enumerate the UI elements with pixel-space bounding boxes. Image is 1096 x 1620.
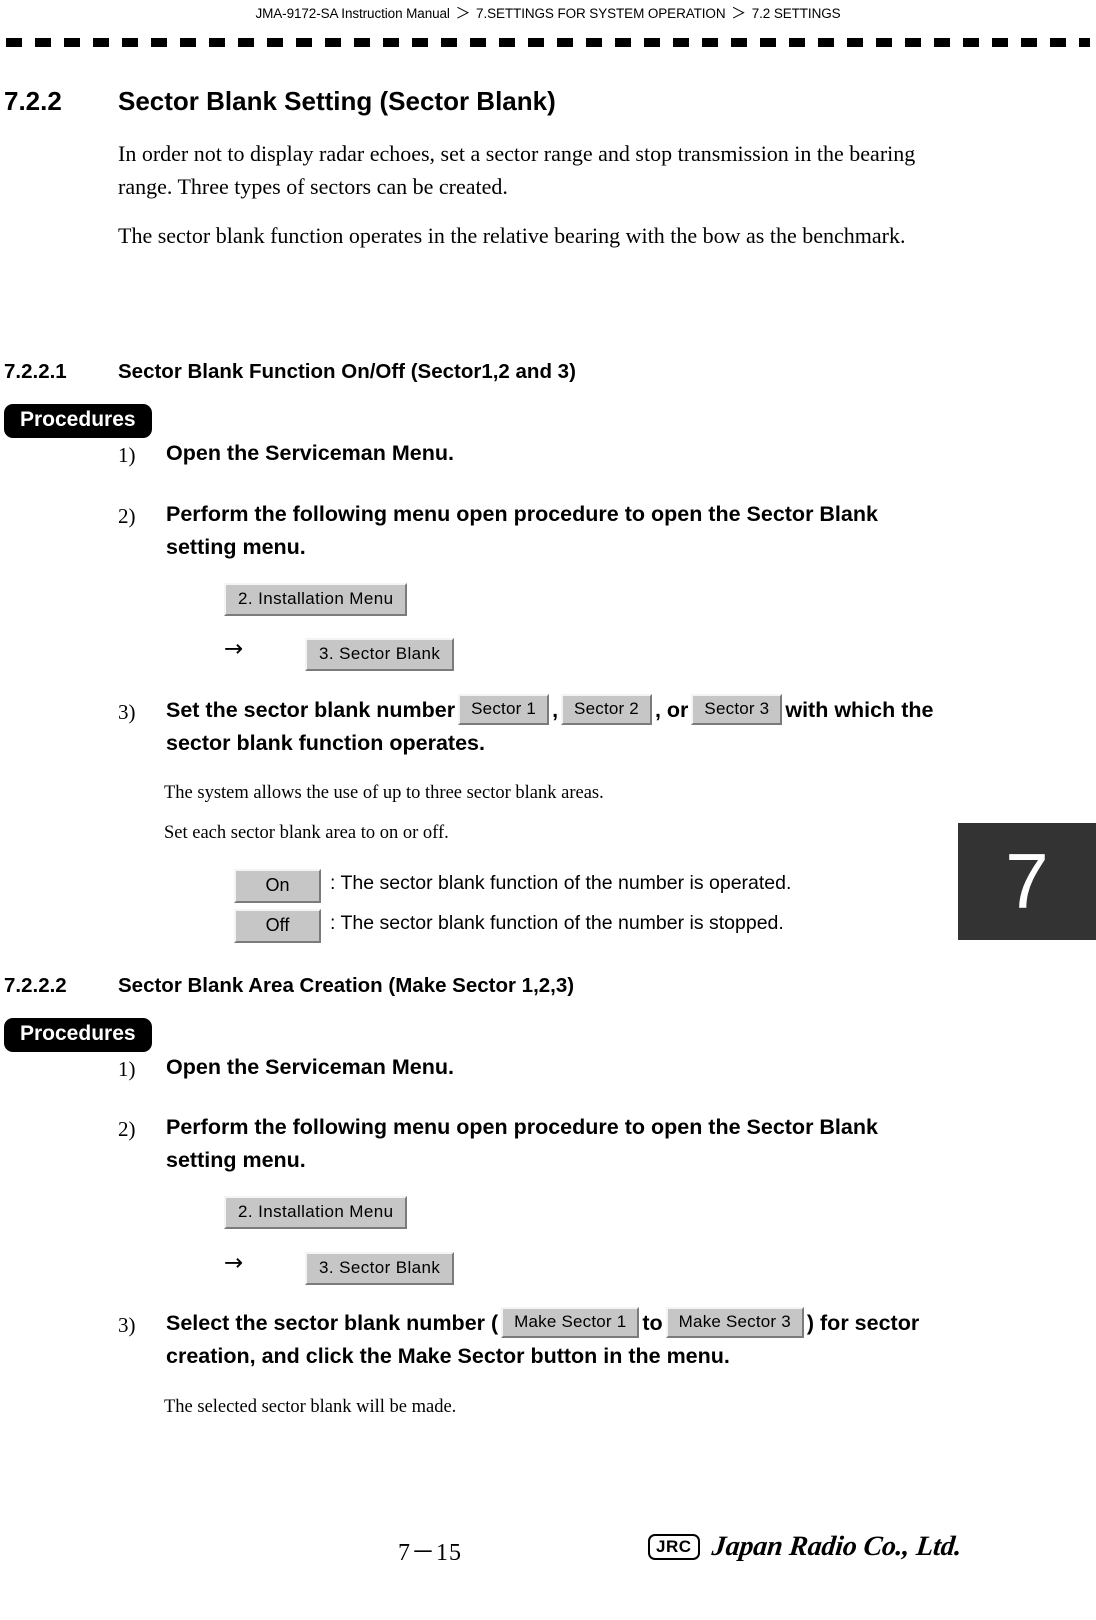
- button-make-sector-1[interactable]: Make Sector 1: [501, 1306, 640, 1338]
- step-number: 3): [118, 700, 136, 724]
- document-page: JMA-9172-SA Instruction Manual ＞ 7.SETTI…: [0, 0, 1096, 1620]
- button-on[interactable]: On: [234, 869, 321, 903]
- button-installation-menu-2[interactable]: 2. Installation Menu: [224, 1196, 408, 1229]
- subsection-2-title: Sector Blank Area Creation (Make Sector …: [118, 974, 575, 997]
- section-paragraph-2: The sector blank function operates in th…: [118, 223, 906, 248]
- step-number: 2): [118, 504, 136, 528]
- on-description: : The sector blank function of the numbe…: [330, 872, 792, 894]
- button-sector-2[interactable]: Sector 2: [561, 693, 652, 725]
- section-number: 7.2.2: [4, 86, 62, 116]
- subsection-1-step-2: 2) Perform the following menu open proce…: [118, 498, 908, 564]
- step3b-mid-text: to: [642, 1311, 663, 1335]
- subsection-1-step-3: 3) Set the sector blank number Sector 1,S…: [118, 693, 938, 760]
- subsection-2-number: 7.2.2.2: [4, 974, 67, 997]
- step3-text-after: with: [785, 698, 829, 722]
- subsection-1-step-1: 1) Open the Serviceman Menu.: [118, 437, 908, 471]
- button-make-sector-3[interactable]: Make Sector 3: [665, 1306, 804, 1338]
- step-number: 1): [118, 443, 136, 467]
- step-number: 3): [118, 1313, 136, 1337]
- breadcrumb-chapter: 7.SETTINGS FOR SYSTEM OPERATION: [476, 6, 726, 21]
- subsection-2-step-2: 2) Perform the following menu open proce…: [118, 1111, 908, 1177]
- step-text: Perform the following menu open procedur…: [166, 1115, 878, 1172]
- procedures-badge-2: Procedures: [4, 1018, 152, 1052]
- step-text: Perform the following menu open procedur…: [166, 502, 878, 559]
- breadcrumb-manual: JMA-9172-SA Instruction Manual: [255, 6, 450, 21]
- subsection-1-note-1: The system allows the use of up to three…: [164, 783, 604, 803]
- step-text: Set the sector blank number Sector 1, Sect…: [166, 693, 938, 760]
- subsection-1-heading: 7.2.2.1 Sector Blank Function On/Off (Se…: [4, 360, 576, 384]
- breadcrumb-separator-2: ＞: [731, 5, 747, 22]
- jrc-mark-icon: JRC: [648, 1534, 700, 1560]
- step-text: Open the Serviceman Menu.: [166, 441, 454, 465]
- arrow-icon-2: →: [224, 1250, 244, 1276]
- button-sector-blank-2[interactable]: 3. Sector Blank: [305, 1252, 455, 1285]
- subsection-2-heading: 7.2.2.2 Sector Blank Area Creation (Make…: [4, 974, 574, 998]
- subsection-1-number: 7.2.2.1: [4, 360, 67, 383]
- breadcrumb-section: 7.2 SETTINGS: [751, 6, 841, 21]
- button-installation-menu-1[interactable]: 2. Installation Menu: [224, 583, 408, 616]
- section-title: Sector Blank Setting (Sector Blank): [118, 86, 556, 116]
- subsection-1-note-2: Set each sector blank area to on or off.: [164, 823, 449, 843]
- step3-text-before: Set the sector blank number: [166, 698, 456, 722]
- subsection-1-title: Sector Blank Function On/Off (Sector1,2 …: [118, 360, 576, 383]
- arrow-icon-1: →: [224, 636, 244, 662]
- subsection-2-step-1: 1) Open the Serviceman Menu.: [118, 1051, 908, 1085]
- breadcrumb-separator-1: ＞: [455, 5, 471, 22]
- breadcrumb: JMA-9172-SA Instruction Manual ＞ 7.SETTI…: [0, 0, 1096, 23]
- button-sector-1[interactable]: Sector 1: [458, 693, 550, 725]
- chapter-tab-7: 7: [958, 823, 1096, 940]
- step-text: Select the sector blank number (Make Sec…: [166, 1306, 948, 1373]
- header-dashed-rule: [6, 38, 1090, 47]
- button-off[interactable]: Off: [234, 909, 321, 943]
- step-number: 2): [118, 1117, 136, 1141]
- subsection-2-note: The selected sector blank will be made.: [164, 1397, 457, 1417]
- jrc-company-name: Japan Radio Co., Ltd.: [709, 1531, 963, 1562]
- page-number: 7－15: [398, 1540, 462, 1566]
- button-sector-3[interactable]: Sector 3: [691, 693, 783, 725]
- button-sector-blank-1[interactable]: 3. Sector Blank: [305, 638, 455, 671]
- section-heading: 7.2.2 Sector Blank Setting (Sector Blank…: [4, 86, 556, 117]
- subsection-2-step-3: 3) Select the sector blank number (Make …: [118, 1306, 948, 1373]
- section-paragraph-1: In order not to display radar echoes, se…: [118, 141, 916, 199]
- step3b-text-after: ) for: [806, 1311, 849, 1335]
- procedures-badge-1: Procedures: [4, 404, 152, 438]
- step3-separator-2: , or: [654, 698, 689, 722]
- step3-separator-1: ,: [552, 698, 559, 722]
- step3b-text-before: Select the sector blank number (: [166, 1311, 499, 1335]
- step-text: Open the Serviceman Menu.: [166, 1055, 454, 1079]
- off-description: : The sector blank function of the numbe…: [330, 912, 784, 934]
- step-number: 1): [118, 1057, 136, 1081]
- jrc-logo: JRC Japan Radio Co., Ltd.: [648, 1531, 963, 1563]
